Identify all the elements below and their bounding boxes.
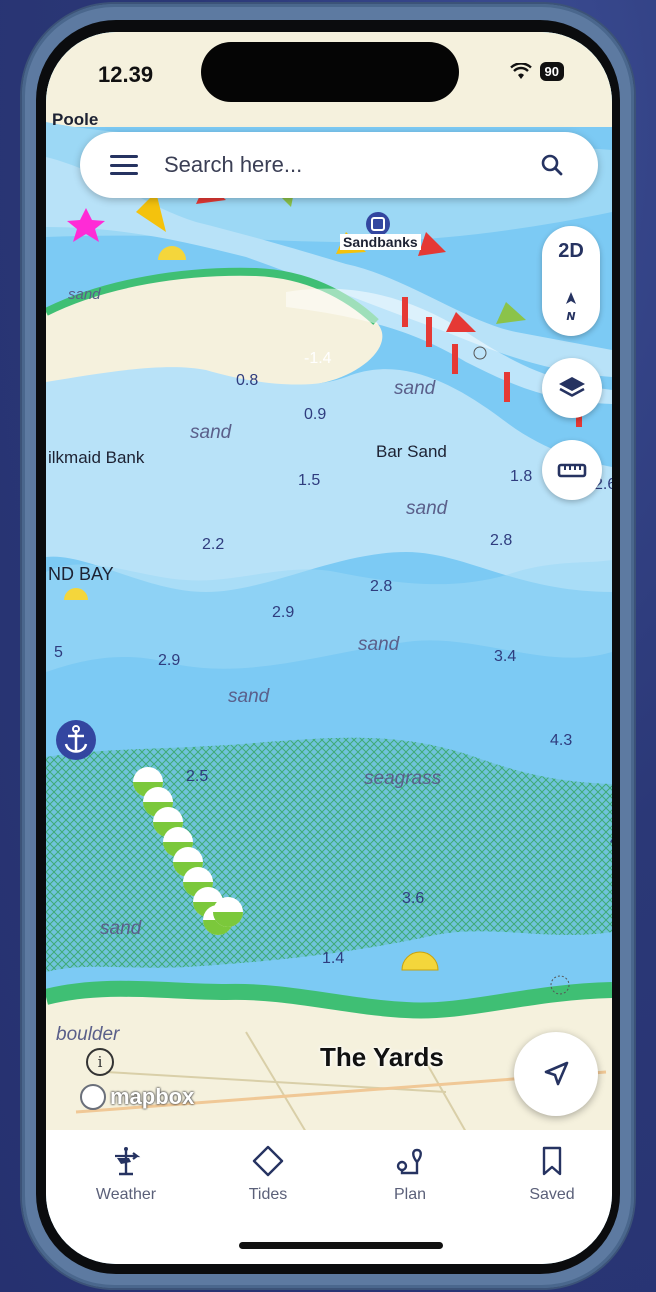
depth-sounding: -1.4 (304, 350, 332, 367)
weathervane-icon (115, 1147, 141, 1176)
tab-label: Tides (248, 1186, 288, 1203)
depth-sounding: 2.9 (158, 652, 181, 669)
seabed-label: seagrass (364, 768, 442, 789)
layers-button[interactable] (542, 358, 602, 418)
place-label: Poole (52, 110, 99, 129)
depth-sounding: 1.5 (298, 472, 321, 489)
svg-text:N: N (566, 310, 575, 323)
search-icon[interactable] (532, 145, 572, 185)
search-bar[interactable]: Search here... (80, 132, 598, 198)
depth-sounding: 3.6 (402, 890, 425, 907)
status-icons: 90 (509, 62, 564, 81)
mapbox-mark-icon (80, 1084, 106, 1110)
depth-sounding: 2.9 (272, 604, 295, 621)
seabed-label: sand (228, 686, 270, 707)
app-screen: Poole Sandbanks ilkmaid Bank Bar Sand ND… (46, 32, 612, 1264)
place-label: ND BAY (48, 564, 114, 584)
home-indicator[interactable] (239, 1242, 443, 1249)
harbour-icon[interactable] (366, 212, 390, 236)
wifi-icon (509, 62, 532, 79)
north-compass-icon[interactable]: N (559, 290, 583, 324)
seabed-label: sand (100, 918, 142, 939)
mapbox-logo[interactable]: mapbox (80, 1084, 194, 1110)
measure-button[interactable] (542, 440, 602, 500)
battery-indicator: 90 (539, 62, 564, 81)
place-label-the-yards: The Yards (320, 1042, 444, 1072)
place-label: Bar Sand (376, 442, 447, 461)
seabed-label: sand (190, 422, 232, 443)
depth-sounding: 5 (54, 644, 63, 661)
dynamic-island (201, 42, 459, 102)
ruler-icon (557, 463, 587, 478)
place-label: ilkmaid Bank (48, 448, 145, 467)
view-controls: 2D N (542, 226, 600, 336)
tab-label: Weather (95, 1186, 157, 1203)
navigation-arrow-icon (544, 1061, 569, 1086)
tab-saved[interactable]: Saved (492, 1144, 612, 1204)
layers-icon (559, 377, 585, 397)
depth-sounding: 3.4 (494, 648, 517, 665)
tab-label: Plan (393, 1186, 427, 1203)
info-icon[interactable]: i (86, 1048, 114, 1076)
mapbox-wordmark: mapbox (110, 1084, 195, 1109)
depth-sounding: 2.8 (370, 578, 393, 595)
search-input[interactable]: Search here... (164, 152, 532, 178)
tab-plan[interactable]: Plan (350, 1144, 470, 1204)
depth-sounding: 4.3 (550, 732, 573, 749)
depth-sounding: 2.8 (490, 532, 513, 549)
seabed-label: sand (358, 634, 400, 655)
seabed-label: boulder (56, 1024, 120, 1045)
depth-sounding: 1.8 (510, 468, 533, 485)
status-time: 12.39 (98, 62, 154, 87)
route-pin-icon (396, 1148, 422, 1175)
seabed-label: sand (394, 378, 436, 399)
tab-tides[interactable]: Tides (208, 1144, 328, 1204)
depth-sounding: 1.4 (322, 950, 345, 967)
my-location-button[interactable] (514, 1032, 598, 1116)
depth-sounding: 0.8 (236, 372, 259, 389)
seabed-label: sand (406, 498, 448, 519)
bookmark-icon (542, 1146, 562, 1176)
depth-sounding: 4 (610, 832, 612, 850)
tab-label: Saved (529, 1186, 575, 1203)
view-mode-toggle[interactable]: 2D (542, 240, 600, 263)
diamond-icon (252, 1145, 284, 1177)
depth-sounding: 2.5 (186, 768, 209, 785)
menu-icon[interactable] (110, 155, 138, 175)
tab-weather[interactable]: Weather (66, 1144, 186, 1204)
seabed-label: sand (68, 286, 101, 303)
depth-sounding: 0.9 (304, 406, 327, 423)
place-label: Sandbanks (340, 234, 421, 250)
anchorage-icon[interactable] (56, 720, 96, 760)
depth-sounding: 2.2 (202, 536, 225, 553)
